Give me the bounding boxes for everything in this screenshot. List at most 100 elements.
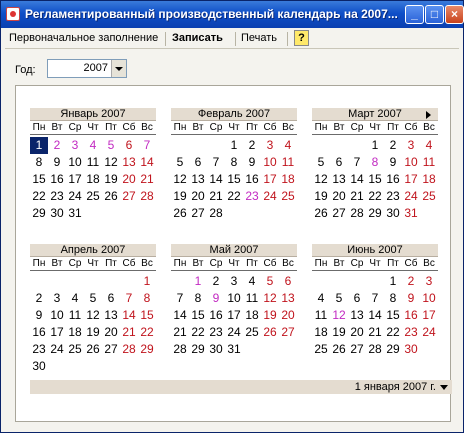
day-cell[interactable]: 28 — [138, 188, 156, 205]
day-cell[interactable]: 27 — [330, 205, 348, 222]
day-cell[interactable]: 13 — [120, 154, 138, 171]
day-cell[interactable]: 8 — [138, 290, 156, 307]
day-cell[interactable]: 1 — [30, 137, 48, 154]
day-cell[interactable]: 24 — [420, 324, 438, 341]
day-cell[interactable]: 1 — [384, 273, 402, 290]
day-cell[interactable]: 25 — [66, 341, 84, 358]
day-cell[interactable]: 11 — [279, 154, 297, 171]
day-cell[interactable]: 5 — [84, 290, 102, 307]
day-cell[interactable]: 20 — [120, 171, 138, 188]
day-cell[interactable]: 14 — [138, 154, 156, 171]
day-cell[interactable]: 7 — [171, 290, 189, 307]
day-cell[interactable]: 12 — [261, 290, 279, 307]
day-cell[interactable]: 14 — [207, 171, 225, 188]
day-cell[interactable]: 5 — [171, 154, 189, 171]
day-cell[interactable]: 13 — [348, 307, 366, 324]
day-cell[interactable]: 27 — [102, 341, 120, 358]
day-cell[interactable]: 4 — [66, 290, 84, 307]
day-cell[interactable]: 22 — [384, 324, 402, 341]
day-cell[interactable]: 17 — [420, 307, 438, 324]
day-cell[interactable]: 6 — [120, 137, 138, 154]
day-cell[interactable]: 26 — [330, 341, 348, 358]
day-cell[interactable]: 11 — [84, 154, 102, 171]
chevron-down-icon[interactable] — [440, 385, 448, 390]
day-cell[interactable]: 8 — [366, 154, 384, 171]
day-cell[interactable]: 19 — [171, 188, 189, 205]
day-cell[interactable]: 6 — [348, 290, 366, 307]
day-cell[interactable]: 24 — [261, 188, 279, 205]
day-cell[interactable]: 25 — [312, 341, 330, 358]
day-cell[interactable]: 9 — [243, 154, 261, 171]
day-cell[interactable]: 22 — [138, 324, 156, 341]
day-cell[interactable]: 14 — [171, 307, 189, 324]
day-cell[interactable]: 21 — [366, 324, 384, 341]
day-cell[interactable]: 10 — [261, 154, 279, 171]
day-cell[interactable]: 7 — [138, 137, 156, 154]
day-cell[interactable]: 9 — [402, 290, 420, 307]
day-cell[interactable]: 11 — [420, 154, 438, 171]
day-cell[interactable]: 18 — [420, 171, 438, 188]
day-cell[interactable]: 1 — [138, 273, 156, 290]
day-cell[interactable]: 9 — [207, 290, 225, 307]
day-cell[interactable]: 28 — [348, 205, 366, 222]
minimize-button[interactable]: _ — [405, 5, 424, 24]
day-cell[interactable]: 13 — [102, 307, 120, 324]
day-cell[interactable]: 2 — [30, 290, 48, 307]
day-cell[interactable]: 20 — [279, 307, 297, 324]
day-cell[interactable]: 17 — [261, 171, 279, 188]
year-select[interactable]: 2007 — [47, 59, 127, 78]
day-cell[interactable]: 6 — [102, 290, 120, 307]
day-cell[interactable]: 29 — [30, 205, 48, 222]
day-cell[interactable]: 16 — [207, 307, 225, 324]
day-cell[interactable]: 24 — [225, 324, 243, 341]
day-cell[interactable]: 20 — [330, 188, 348, 205]
day-cell[interactable]: 26 — [312, 205, 330, 222]
day-cell[interactable]: 2 — [243, 137, 261, 154]
day-cell[interactable]: 2 — [48, 137, 66, 154]
day-cell[interactable]: 3 — [225, 273, 243, 290]
day-cell[interactable]: 16 — [30, 324, 48, 341]
day-cell[interactable]: 26 — [102, 188, 120, 205]
day-cell[interactable]: 13 — [189, 171, 207, 188]
day-cell[interactable]: 21 — [348, 188, 366, 205]
day-cell[interactable]: 23 — [384, 188, 402, 205]
day-cell[interactable]: 28 — [207, 205, 225, 222]
day-cell[interactable]: 15 — [384, 307, 402, 324]
day-cell[interactable]: 5 — [261, 273, 279, 290]
day-cell[interactable]: 29 — [366, 205, 384, 222]
day-cell[interactable]: 15 — [225, 171, 243, 188]
initial-fill-button[interactable]: Первоначальное заполнение — [9, 32, 158, 44]
day-cell[interactable]: 17 — [48, 324, 66, 341]
day-cell[interactable]: 21 — [171, 324, 189, 341]
day-cell[interactable]: 4 — [312, 290, 330, 307]
day-cell[interactable]: 7 — [366, 290, 384, 307]
day-cell[interactable]: 27 — [189, 205, 207, 222]
day-cell[interactable]: 11 — [66, 307, 84, 324]
day-cell[interactable]: 16 — [243, 171, 261, 188]
day-cell[interactable]: 15 — [366, 171, 384, 188]
maximize-button[interactable]: □ — [425, 5, 444, 24]
day-cell[interactable]: 10 — [225, 290, 243, 307]
day-cell[interactable]: 12 — [171, 171, 189, 188]
day-cell[interactable]: 11 — [243, 290, 261, 307]
day-cell[interactable]: 14 — [366, 307, 384, 324]
day-cell[interactable]: 23 — [402, 324, 420, 341]
day-cell[interactable]: 19 — [312, 188, 330, 205]
day-cell[interactable]: 19 — [102, 171, 120, 188]
day-cell[interactable]: 28 — [366, 341, 384, 358]
day-cell[interactable]: 18 — [312, 324, 330, 341]
day-cell[interactable]: 18 — [84, 171, 102, 188]
day-cell[interactable]: 27 — [120, 188, 138, 205]
chevron-down-icon[interactable] — [111, 60, 126, 77]
day-cell[interactable]: 6 — [279, 273, 297, 290]
day-cell[interactable]: 13 — [330, 171, 348, 188]
day-cell[interactable]: 15 — [30, 171, 48, 188]
day-cell[interactable]: 9 — [384, 154, 402, 171]
day-cell[interactable]: 31 — [66, 205, 84, 222]
day-cell[interactable]: 3 — [261, 137, 279, 154]
day-cell[interactable]: 23 — [243, 188, 261, 205]
day-cell[interactable]: 4 — [279, 137, 297, 154]
day-cell[interactable]: 12 — [312, 171, 330, 188]
help-icon[interactable]: ? — [294, 30, 309, 46]
day-cell[interactable]: 25 — [243, 324, 261, 341]
